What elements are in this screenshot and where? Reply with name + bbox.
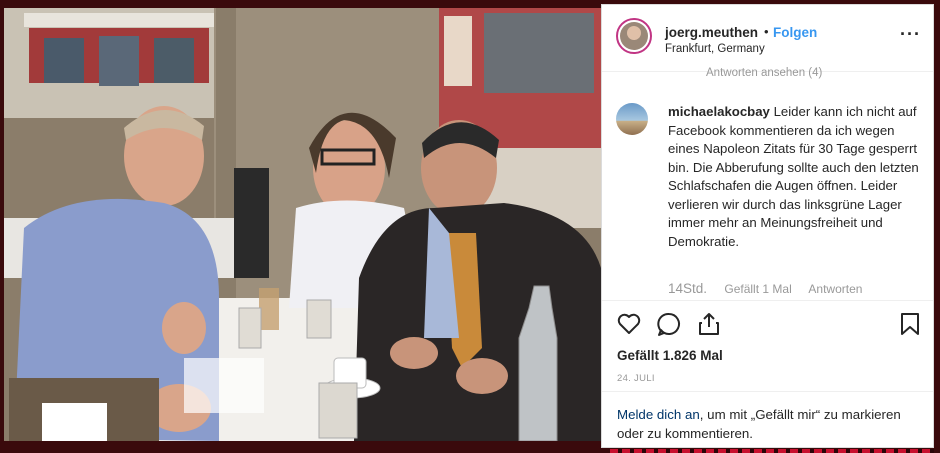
more-dots-icon[interactable]: ··· [900,25,921,43]
comment-meta: 14Std. Gefällt 1 Mal Antworten [668,281,876,296]
heart-icon[interactable] [616,311,642,337]
action-bar [616,311,921,337]
author-avatar[interactable] [616,18,652,54]
post-photo[interactable] [4,8,601,441]
login-link[interactable]: Melde dich an [617,407,700,422]
login-prompt: Melde dich an, um mit „Gefällt mir“ zu m… [617,405,927,443]
comment-likes[interactable]: Gefällt 1 Mal [724,282,791,296]
share-icon[interactable] [696,311,722,337]
follow-button[interactable]: Folgen [773,25,817,40]
commenter-avatar[interactable] [616,103,648,135]
location-link[interactable]: Frankfurt, Germany [665,43,765,55]
commenter-username-link[interactable]: michaelakocbay [668,104,770,119]
view-replies-link[interactable]: Antworten ansehen (4) [706,67,822,79]
comment-icon[interactable] [656,311,682,337]
comment-body: michaelakocbay Leider kann ich nicht auf… [668,103,920,251]
avatar-image [620,22,648,50]
divider [602,391,933,392]
likes-count[interactable]: Gefällt 1.826 Mal [617,348,723,363]
restaurant-photo-image [4,8,601,441]
author-username-link[interactable]: joerg.meuthen [665,25,758,40]
header-separator: • [764,24,769,39]
bottom-decoration [610,449,934,453]
post-header: joerg.meuthen • Folgen Frankfurt, German… [602,5,933,72]
comment-time[interactable]: 14Std. [668,281,707,296]
post-sidebar: joerg.meuthen • Folgen Frankfurt, German… [601,4,934,448]
bookmark-icon[interactable] [897,311,923,337]
post-date[interactable]: 24. JULI [617,373,655,384]
divider [602,300,933,301]
reply-button[interactable]: Antworten [808,282,862,296]
comment-text: Leider kann ich nicht auf Facebook komme… [668,104,919,249]
